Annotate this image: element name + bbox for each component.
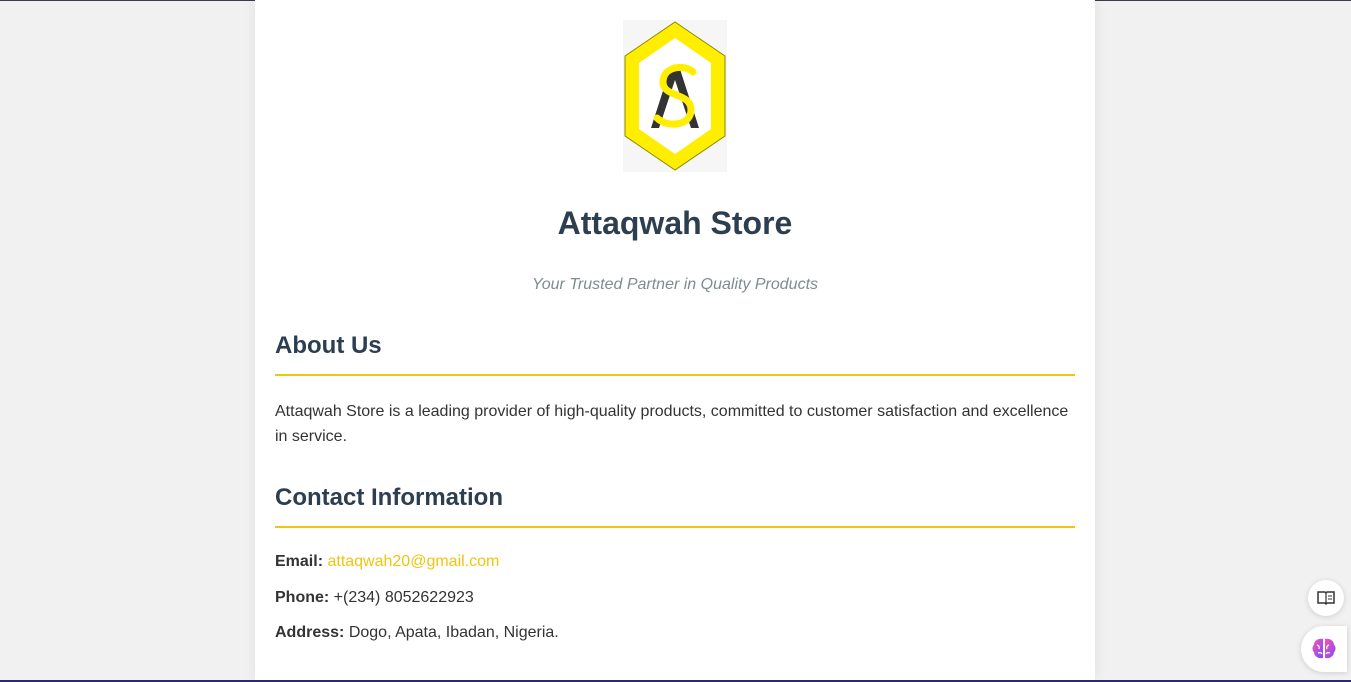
contact-heading: Contact Information xyxy=(275,484,1075,528)
reader-mode-icon xyxy=(1317,591,1335,606)
logo-hexagon-icon xyxy=(624,21,726,171)
address-label: Address: xyxy=(275,624,345,641)
email-link[interactable]: attaqwah20@gmail.com xyxy=(327,553,499,570)
store-tagline: Your Trusted Partner in Quality Products xyxy=(531,276,819,293)
address-line: Address: Dogo, Apata, Ibadan, Nigeria. xyxy=(275,624,1075,642)
phone-label: Phone: xyxy=(275,589,330,606)
phone-line: Phone: +(234) 8052622923 xyxy=(275,589,1075,607)
ai-assistant-button[interactable] xyxy=(1301,626,1347,672)
about-text: Attaqwah Store is a leading provider of … xyxy=(275,403,1069,445)
store-title: Attaqwah Store xyxy=(557,205,793,241)
about-heading: About Us xyxy=(275,332,1075,376)
email-line: Email: attaqwah20@gmail.com xyxy=(275,553,1075,571)
phone-value: +(234) 8052622923 xyxy=(333,589,474,606)
store-card: Attaqwah Store Your Trusted Partner in Q… xyxy=(255,0,1095,680)
email-label: Email: xyxy=(275,553,324,570)
reader-mode-button[interactable] xyxy=(1308,580,1344,616)
address-value: Dogo, Apata, Ibadan, Nigeria. xyxy=(348,624,559,641)
store-logo xyxy=(623,20,727,172)
brain-icon xyxy=(1312,638,1336,659)
